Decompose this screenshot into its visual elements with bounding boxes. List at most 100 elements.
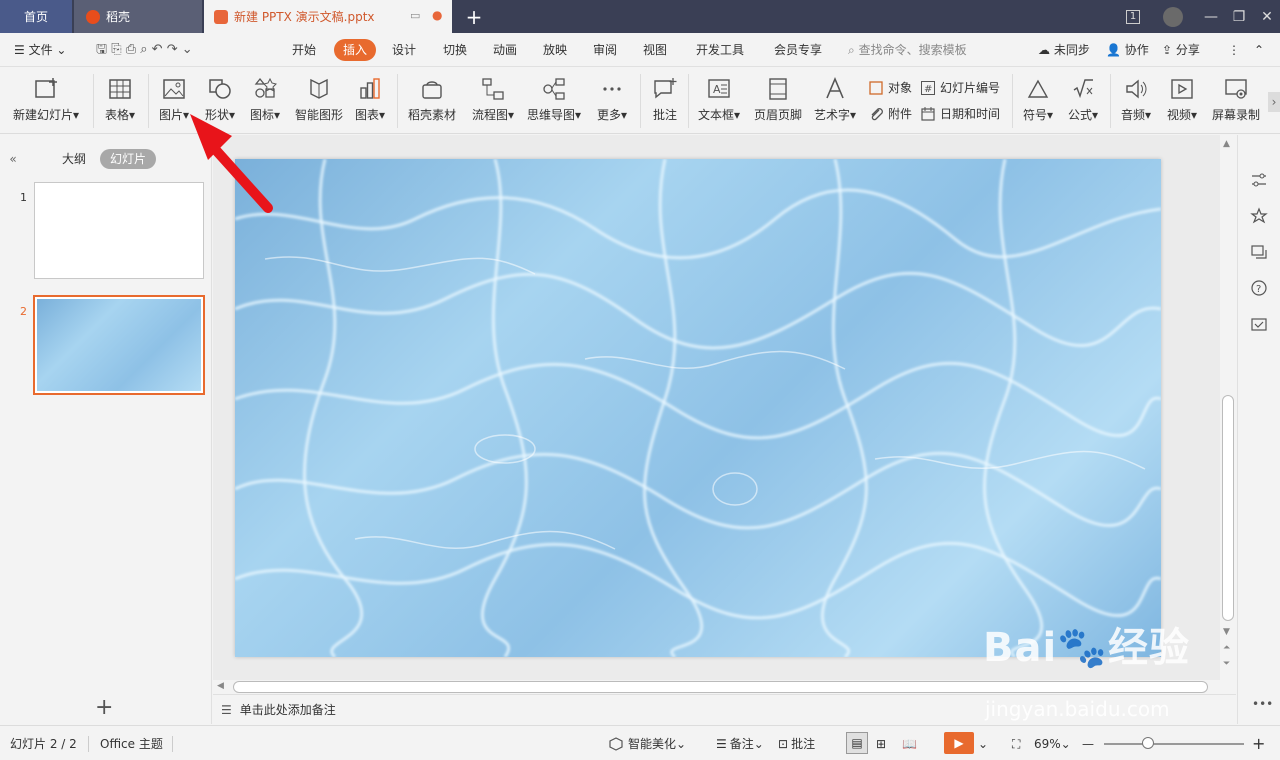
slide-thumbnail-1[interactable] (34, 182, 204, 279)
mindmap-button[interactable]: 思维导图▾ (524, 74, 584, 130)
audio-button[interactable]: 音频▾ (1116, 74, 1156, 130)
restore-icon[interactable]: ❐ (1224, 0, 1254, 33)
symbol-button[interactable]: 符号▾ (1018, 74, 1058, 130)
tab-view[interactable]: 视图 (637, 39, 673, 61)
collab-button[interactable]: 👤 协作 (1106, 40, 1149, 60)
horizontal-scrollbar[interactable]: ◀ (213, 680, 1220, 694)
baidu-watermark: Bai🐾经验 (983, 615, 1190, 673)
share-button[interactable]: ⇪ 分享 (1162, 40, 1200, 60)
prev-slide-icon[interactable]: ⏶ (1223, 643, 1230, 653)
ribbon-scroll-right-icon[interactable]: › (1268, 92, 1280, 112)
attachment-button[interactable]: 附件 (868, 104, 912, 124)
scroll-left-icon[interactable]: ◀ (217, 681, 224, 691)
tab-transition[interactable]: 切换 (437, 39, 473, 61)
file-menu[interactable]: ☰ 文件 ⌄ (14, 40, 66, 60)
slide-number-button[interactable]: # 幻灯片编号 (920, 78, 1000, 98)
tab-slideshow[interactable]: 放映 (537, 39, 573, 61)
collapse-panel-icon[interactable]: « (6, 149, 20, 169)
tab-review[interactable]: 审阅 (587, 39, 623, 61)
datetime-button[interactable]: 日期和时间 (920, 104, 1000, 124)
new-tab-button[interactable]: + (460, 0, 488, 33)
smart-beautify-button[interactable]: 智能美化 ⌄ (608, 736, 686, 752)
new-slide-icon (35, 78, 57, 98)
zoom-slider-thumb[interactable] (1142, 737, 1154, 749)
daoke-material-icon (422, 81, 442, 99)
smart-graphic-button[interactable]: 智能图形 (290, 74, 348, 130)
scroll-up-icon[interactable]: ▲ (1223, 139, 1230, 149)
formula-icon (1073, 79, 1093, 99)
ribbon-divider (397, 74, 398, 128)
vertical-scrollbar[interactable]: ▲ ▼ ⏶ ⏷ (1220, 135, 1236, 680)
normal-view-icon[interactable]: ▤ (846, 732, 868, 754)
notes-placeholder: 单击此处添加备注 (239, 703, 336, 717)
properties-icon[interactable] (1250, 171, 1268, 189)
fit-window-icon[interactable]: ⛶ (1012, 736, 1020, 752)
slide-thumbnail-2[interactable] (33, 295, 205, 395)
collapse-ribbon-icon[interactable]: ⌃ (1254, 40, 1264, 60)
zoom-out-button[interactable]: — (1082, 736, 1094, 752)
tab-start[interactable]: 开始 (286, 39, 322, 61)
next-slide-icon[interactable]: ⏷ (1223, 659, 1230, 669)
zoom-slider[interactable] (1104, 743, 1244, 745)
theme-name[interactable]: Office 主题 (100, 736, 163, 752)
notes-toggle-button[interactable]: ☰ 备注 ⌄ (716, 736, 764, 752)
horizontal-scroll-thumb[interactable] (233, 681, 1208, 693)
more-menu-icon[interactable]: ⋮ (1228, 40, 1240, 60)
tab-developer[interactable]: 开发工具 (690, 39, 750, 61)
wordart-button[interactable]: 艺术字▾ (810, 74, 860, 130)
minimize-icon[interactable]: — (1196, 0, 1226, 33)
monitor-icon[interactable]: ▭ (410, 9, 420, 22)
transition-icon[interactable] (1250, 243, 1268, 261)
add-slide-button[interactable]: + (95, 695, 113, 720)
tab-member[interactable]: 会员专享 (768, 39, 828, 61)
zoom-in-button[interactable]: + (1252, 736, 1265, 752)
object-button[interactable]: 对象 (868, 78, 912, 98)
page-indicator[interactable]: 1 (1118, 0, 1148, 33)
header-footer-button[interactable]: 页眉页脚 (750, 74, 806, 130)
symbol-icon (1027, 79, 1049, 98)
sync-button[interactable]: ☁ 未同步 (1038, 40, 1090, 60)
more-button[interactable]: 更多▾ (592, 74, 632, 130)
screen-record-button[interactable]: 屏幕录制 (1208, 74, 1264, 130)
tab-outline[interactable]: 大纲 (56, 149, 92, 169)
watermark-url: jingyan.baidu.com (985, 697, 1170, 721)
textbox-button[interactable]: A 文本框▾ (694, 74, 744, 130)
star-icon[interactable] (1250, 207, 1268, 225)
red-arrow-annotation (190, 114, 273, 213)
tab-document-label: 新建 PPTX 演示文稿.pptx (234, 10, 375, 24)
play-slideshow-button[interactable]: ▶ (944, 732, 974, 754)
slideshow-options-icon[interactable]: ⌄ (978, 736, 988, 752)
reading-view-icon[interactable]: 📖 (902, 736, 917, 752)
vertical-scroll-thumb[interactable] (1222, 395, 1234, 621)
video-button[interactable]: 视频▾ (1162, 74, 1202, 130)
water-background-image[interactable] (235, 159, 1161, 657)
tab-slides[interactable]: 幻灯片 (100, 149, 156, 169)
comments-toggle-button[interactable]: ⊡ 批注 (778, 736, 815, 752)
help-icon[interactable]: ? (1250, 279, 1268, 297)
avatar[interactable] (1158, 0, 1188, 33)
tab-insert[interactable]: 插入 (334, 39, 376, 61)
tab-document[interactable]: 新建 PPTX 演示文稿.pptx ▭ ● (204, 0, 452, 33)
search-input[interactable]: ⌕ 查找命令、搜索模板 (844, 40, 978, 60)
comment-button[interactable]: 批注 (646, 74, 684, 130)
zoom-level[interactable]: 69% ⌄ (1034, 736, 1071, 752)
tab-daoke[interactable]: 稻壳 (74, 0, 202, 33)
tab-animation[interactable]: 动画 (487, 39, 523, 61)
pptx-icon (214, 9, 228, 24)
close-icon[interactable]: ✕ (1252, 0, 1280, 33)
scroll-down-icon[interactable]: ▼ (1223, 627, 1230, 637)
backup-icon[interactable] (1250, 315, 1268, 333)
formula-button[interactable]: 公式▾ (1062, 74, 1104, 130)
chart-button[interactable]: 图表▾ (350, 74, 390, 130)
tab-home[interactable]: 首页 (0, 0, 72, 33)
more-options-icon[interactable]: ••• (1252, 697, 1273, 711)
more-icon (603, 87, 621, 91)
chart-icon (360, 78, 380, 99)
tab-design[interactable]: 设计 (386, 39, 422, 61)
table-button[interactable]: 表格▾ (100, 74, 140, 130)
daoke-material-button[interactable]: 稻壳素材 (404, 74, 460, 130)
flowchart-button[interactable]: 流程图▾ (468, 74, 518, 130)
slide-sorter-icon[interactable]: ⊞ (876, 736, 886, 752)
quick-access-toolbar[interactable]: 🖫 ⎘ ⎙ ⌕ ↶ ↷ ⌄ (96, 40, 193, 60)
new-slide-button[interactable]: 新建幻灯片▾ (8, 74, 84, 130)
